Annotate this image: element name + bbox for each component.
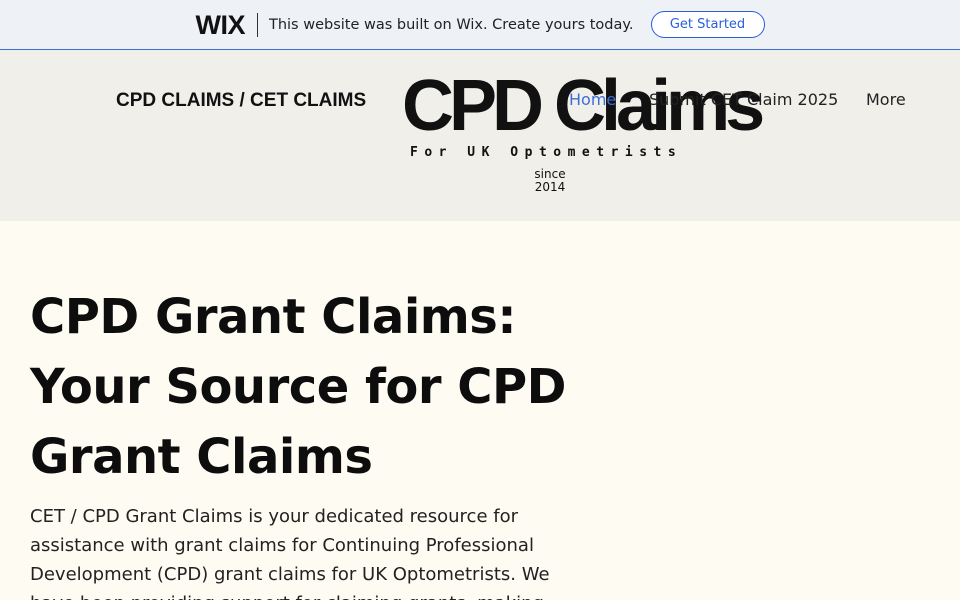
- logo-tagline: For UK Optometrists: [410, 145, 683, 160]
- logo-since: since 2014: [520, 168, 580, 194]
- hero-title: CPD Grant Claims: Your Source for CPD Gr…: [30, 289, 566, 485]
- get-started-button[interactable]: Get Started: [650, 11, 765, 38]
- logo-since-year: 2014: [534, 180, 566, 194]
- wix-logo[interactable]: WIX: [195, 11, 258, 38]
- nav-submit-cet-claim[interactable]: Submit CET Claim 2025: [649, 90, 838, 109]
- wix-banner: WIX This website was built on Wix. Creat…: [0, 0, 960, 50]
- nav-more[interactable]: More: [866, 90, 906, 109]
- nav-home[interactable]: Home: [569, 90, 616, 109]
- site-header: CPD CLAIMS / CET CLAIMS CPD Claims For U…: [0, 50, 960, 221]
- site-title[interactable]: CPD CLAIMS / CET CLAIMS: [116, 90, 366, 112]
- wix-banner-message: This website was built on Wix. Create yo…: [268, 16, 634, 33]
- hero-body-text: CET / CPD Grant Claims is your dedicated…: [30, 506, 550, 600]
